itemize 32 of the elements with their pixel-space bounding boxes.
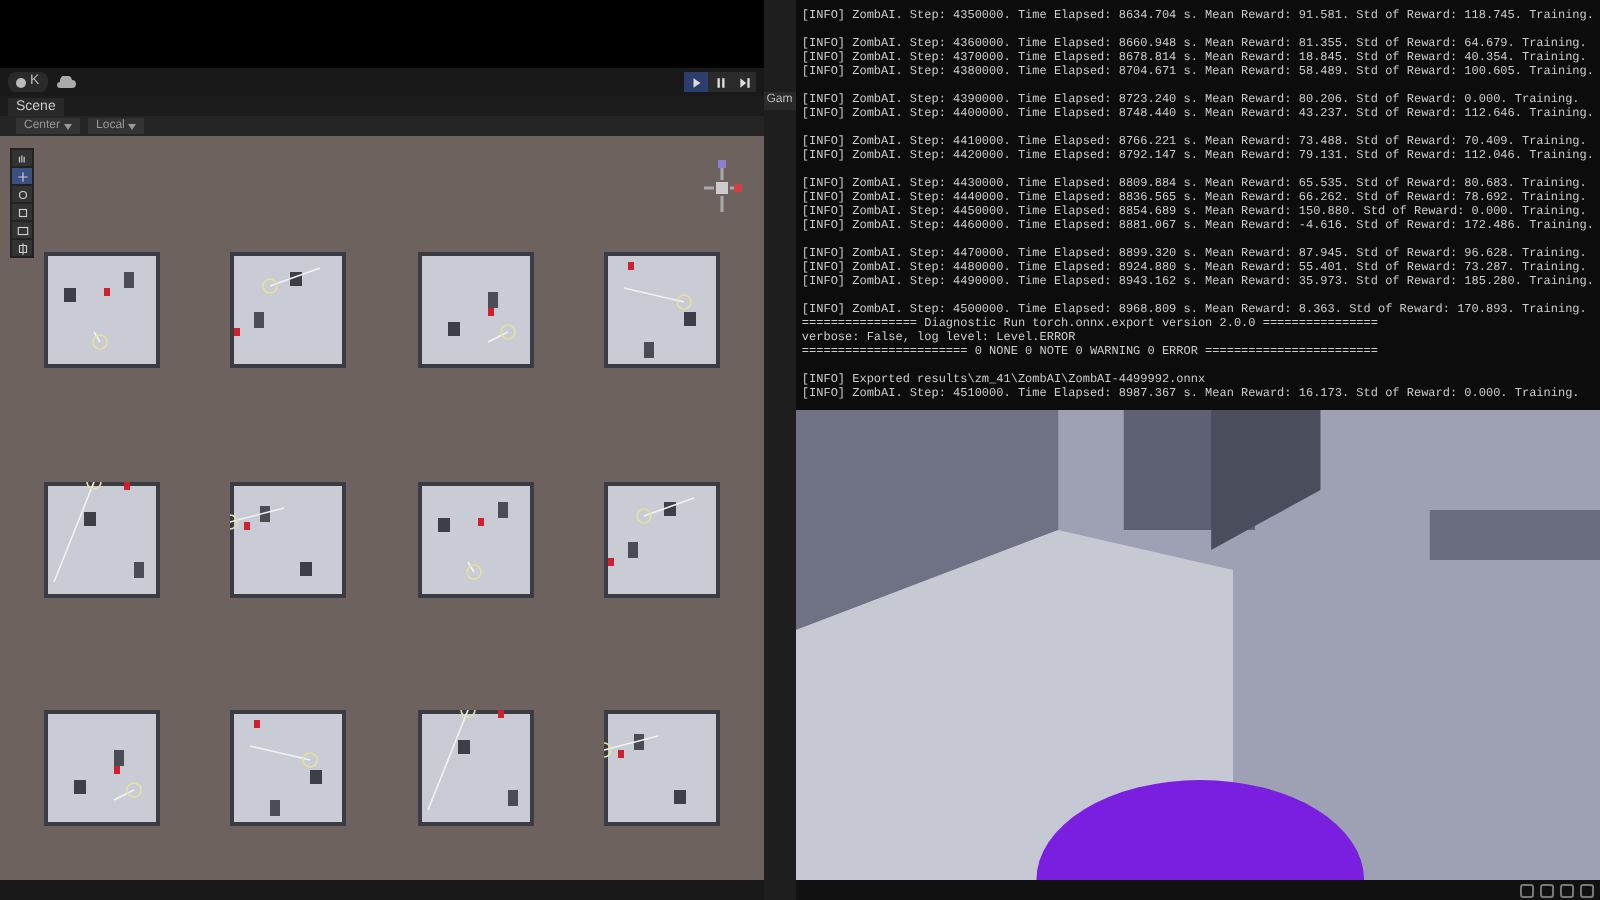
move-icon — [15, 169, 29, 183]
rect-tool-button[interactable] — [12, 222, 32, 238]
hand-icon — [15, 151, 29, 165]
rect-icon — [15, 223, 29, 237]
arena-drawing — [417, 252, 534, 368]
arena-drawing — [230, 481, 347, 598]
arena-drawing — [604, 481, 721, 598]
step-icon — [737, 75, 752, 89]
arena-drawing — [417, 710, 534, 827]
arena-drawing — [604, 710, 721, 827]
arena-drawing — [604, 252, 721, 368]
step-button[interactable] — [732, 72, 757, 92]
scale-icon — [15, 205, 29, 219]
pause-icon — [713, 75, 728, 89]
arena-drawing — [43, 481, 160, 598]
hand-tool-button[interactable] — [12, 150, 32, 166]
transform-icon — [15, 241, 29, 255]
transform-tool-button[interactable] — [12, 240, 32, 256]
scale-tool-button[interactable] — [12, 204, 32, 220]
rotate-tool-button[interactable] — [12, 186, 32, 202]
arena-drawing — [417, 481, 534, 598]
arena-drawing — [43, 710, 160, 827]
play-icon — [689, 75, 704, 89]
rotate-icon — [15, 187, 29, 201]
arena-drawing — [43, 252, 160, 368]
play-button[interactable] — [684, 72, 709, 92]
caret-icon — [64, 123, 73, 129]
pause-button[interactable] — [708, 72, 733, 92]
arena-drawing — [230, 252, 347, 368]
caret-icon — [128, 123, 137, 129]
arena-drawing — [230, 710, 347, 827]
cloud-icon[interactable] — [55, 75, 76, 89]
